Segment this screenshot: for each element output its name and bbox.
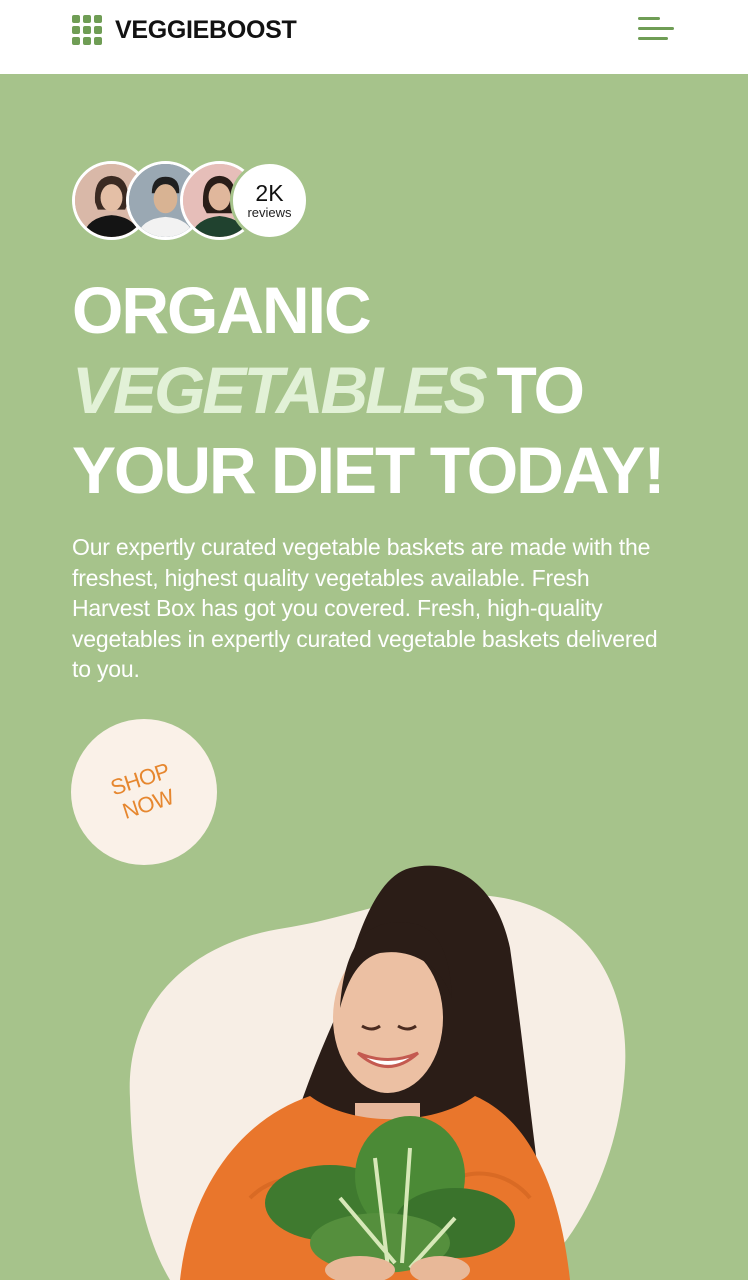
hamburger-menu-icon[interactable] [634,14,676,44]
headline-line-3: YOUR DIET TODAY! [72,433,665,507]
hero-headline: ORGANIC VEGETABLES TO YOUR DIET TODAY! [72,270,732,510]
reviews-label: reviews [247,204,292,220]
site-header: VEGGIEBOOST [0,0,748,74]
logo[interactable]: VEGGIEBOOST [72,15,297,45]
shop-now-button[interactable]: SHOP NOW [71,719,217,865]
headline-line-1: ORGANIC [72,273,372,347]
reviews-count: 2K [255,179,284,206]
grid-icon [72,15,102,45]
headline-line-2: VEGETABLES TO [72,350,732,430]
headline-highlight: VEGETABLES [72,353,488,427]
logo-text: VEGGIEBOOST [115,15,297,44]
hero-description: Our expertly curated vegetable baskets a… [72,534,658,682]
hero-image [110,858,640,1280]
headline-line-2-rest: TO [496,353,585,427]
shop-now-label: SHOP NOW [107,758,180,826]
reviews-badge: 2K reviews [230,161,309,240]
